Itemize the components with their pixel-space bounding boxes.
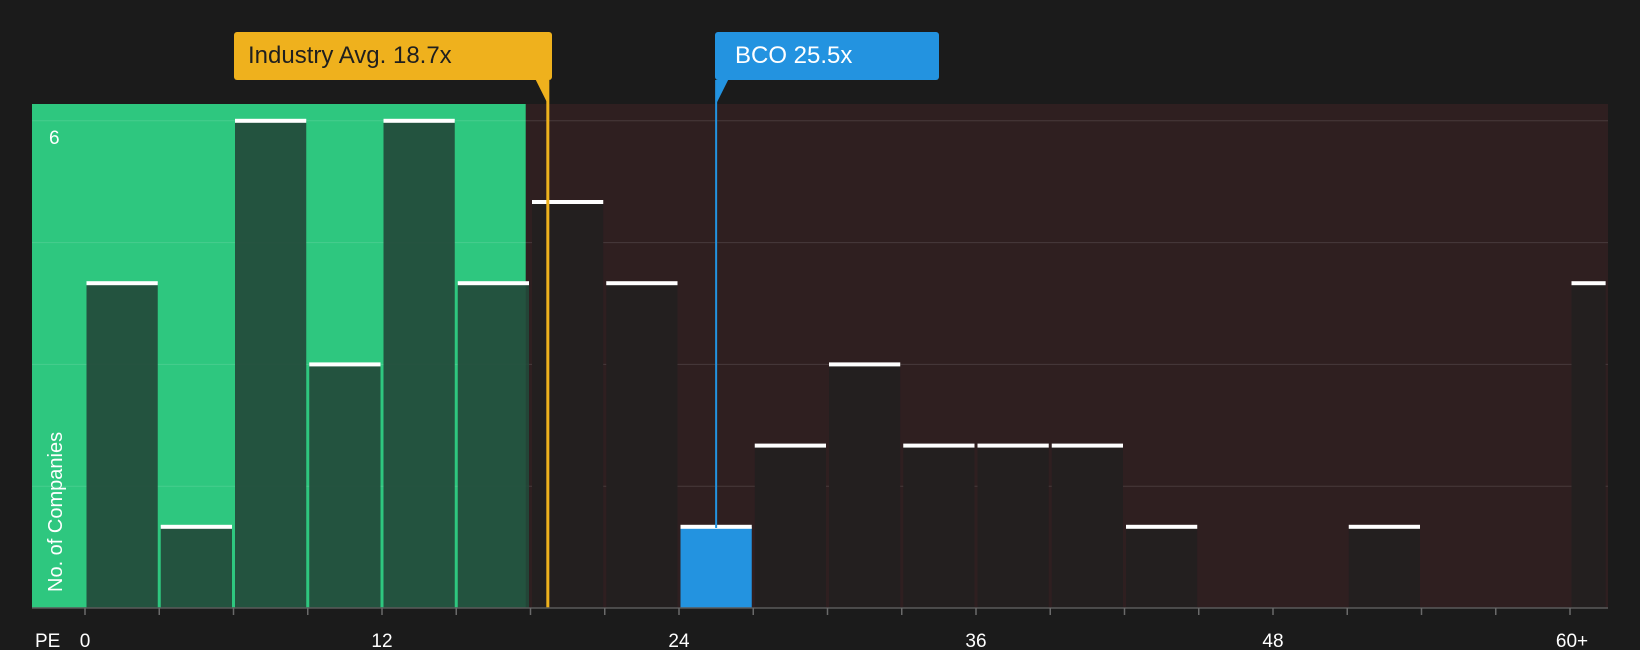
bar-cap-7 <box>606 281 678 286</box>
bar-5 <box>457 283 529 608</box>
x-tick-12: 12 <box>371 631 392 650</box>
bar-cap-5 <box>457 281 529 286</box>
bar-cap-17 <box>1348 524 1420 529</box>
y-axis-title: No. of Companies <box>45 432 67 592</box>
company-callout-pointer <box>716 80 729 104</box>
bar-cap-20 <box>1571 281 1606 286</box>
company-pe-callout: BCO 25.5x <box>715 32 939 80</box>
bar-cap-9 <box>754 443 826 448</box>
bar-11 <box>903 445 975 608</box>
x-tick-60-plus: 60+ <box>1556 631 1588 650</box>
bar-cap-13 <box>1051 443 1123 448</box>
bar-6 <box>532 202 604 608</box>
bar-0 <box>86 283 158 608</box>
bar-cap-12 <box>977 443 1049 448</box>
industry-average-callout: Industry Avg. 18.7x <box>234 32 552 80</box>
bar-1 <box>160 526 232 608</box>
bar-2 <box>235 120 307 609</box>
bar-cap-4 <box>383 118 455 123</box>
x-tick-0: 0 <box>80 631 91 650</box>
bar-cap-2 <box>235 118 307 123</box>
bar-13 <box>1051 445 1123 608</box>
x-axis-title: PE <box>35 631 60 650</box>
y-tick-6: 6 <box>49 128 60 149</box>
bar-cap-14 <box>1126 524 1198 529</box>
bar-14 <box>1126 526 1198 608</box>
bar-cap-1 <box>160 524 232 529</box>
bar-cap-6 <box>532 200 604 204</box>
industry-callout-pointer <box>535 80 548 104</box>
bar-7 <box>606 283 678 608</box>
bar-10 <box>829 364 901 608</box>
x-tick-24: 24 <box>668 631 690 650</box>
pe-distribution-chart: 6 No. of Companies PE 0 12 24 36 48 60+ <box>32 80 1609 650</box>
bar-cap-10 <box>829 362 901 367</box>
bar-cap-0 <box>86 281 158 286</box>
bar-20 <box>1571 283 1606 608</box>
bar-12 <box>977 445 1049 608</box>
bar-4 <box>383 120 455 609</box>
bar-9 <box>754 445 826 608</box>
bar-8 <box>680 526 752 608</box>
bar-cap-11 <box>903 443 975 448</box>
bar-cap-3 <box>309 362 381 367</box>
x-tick-36: 36 <box>965 631 986 650</box>
bar-3 <box>309 364 381 608</box>
x-tick-48: 48 <box>1262 631 1283 650</box>
bar-17 <box>1348 526 1420 608</box>
